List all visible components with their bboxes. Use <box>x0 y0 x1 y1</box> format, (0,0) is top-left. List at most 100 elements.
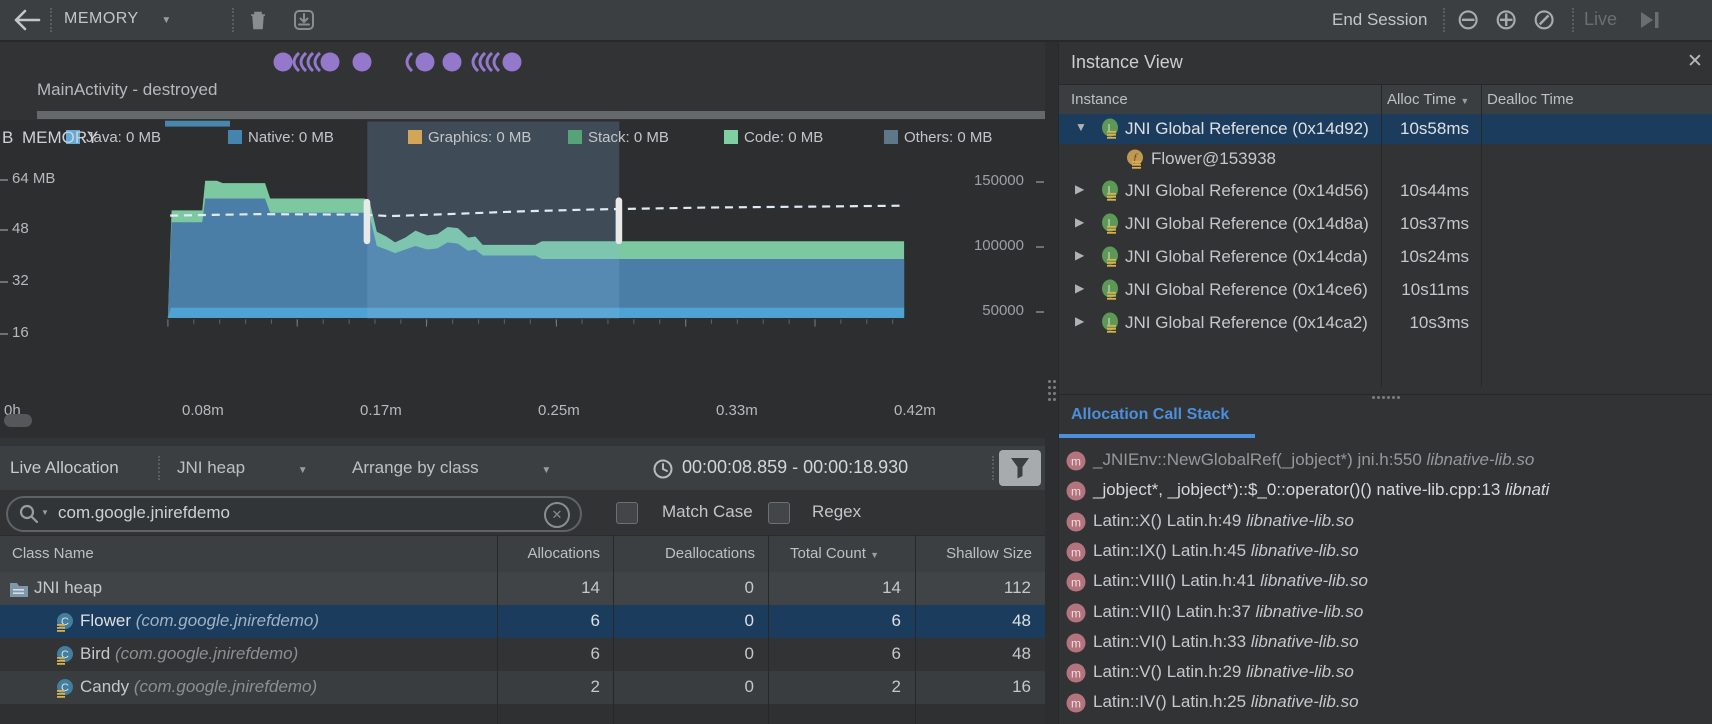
jni-global-reference-icon: I <box>1099 246 1121 268</box>
trash-icon[interactable] <box>246 8 270 32</box>
call-stack-frame[interactable]: mLatin::V() Latin.h:29 libnative-lib.so <box>1059 658 1712 688</box>
export-heap-dump-icon[interactable] <box>292 8 316 32</box>
expander-closed-icon[interactable]: ▶ <box>1075 281 1084 295</box>
call-stack-frame[interactable]: mLatin::X() Latin.h:49 libnative-lib.so <box>1059 507 1712 537</box>
skip-to-end-icon[interactable] <box>1638 10 1662 30</box>
table-row[interactable]: CCandy (com.google.jnirefdemo)20216 <box>0 671 1045 704</box>
svg-text:m: m <box>1071 636 1081 650</box>
memory-chart[interactable] <box>0 120 1045 445</box>
instance-row[interactable]: ▶IJNI Global Reference (0x14cda)10s24ms <box>1059 240 1712 273</box>
instance-row[interactable]: ▶IJNI Global Reference (0x14ca2)10s3ms <box>1059 306 1712 339</box>
top-toolbar: MEMORY ▼ End Session ⊖ ⊕ ⊘ Live <box>0 0 1712 42</box>
expander-closed-icon[interactable]: ▶ <box>1075 215 1084 229</box>
back-icon[interactable] <box>12 8 42 32</box>
column-header-total-count[interactable]: Total Count ▼ <box>790 545 879 562</box>
right-axis-tick-mark <box>1036 181 1044 183</box>
expander-open-icon[interactable]: ▼ <box>1075 120 1087 134</box>
call-stack-frame[interactable]: mLatin::VII() Latin.h:37 libnative-lib.s… <box>1059 598 1712 628</box>
column-header-deallocations[interactable]: Deallocations <box>615 545 755 562</box>
instance-row[interactable]: ▼IJNI Global Reference (0x14d92)10s58ms <box>1059 114 1712 144</box>
filter-button[interactable] <box>999 450 1041 486</box>
column-header-dealloc-time[interactable]: Dealloc Time <box>1487 91 1574 108</box>
table-row[interactable]: CBird (com.google.jnirefdemo)60648 <box>0 638 1045 671</box>
column-header-allocations[interactable]: Allocations <box>480 545 600 562</box>
heap-select[interactable]: JNI heap ▼ <box>177 458 308 478</box>
horizontal-splitter[interactable] <box>1059 387 1712 397</box>
selection-handle-left[interactable] <box>364 199 371 244</box>
call-stack-frame[interactable]: mLatin::IV() Latin.h:25 libnative-lib.so <box>1059 688 1712 718</box>
expander-closed-icon[interactable]: ▶ <box>1075 182 1084 196</box>
touch-event-icon <box>321 53 340 72</box>
expander-closed-icon[interactable]: ▶ <box>1075 314 1084 328</box>
dealloc-cell: 0 <box>613 578 754 598</box>
toolbar-separator <box>232 8 234 32</box>
touch-ripple-icon <box>494 53 499 71</box>
tab-allocation-call-stack[interactable]: Allocation Call Stack <box>1071 406 1229 424</box>
search-input[interactable] <box>56 500 530 526</box>
column-header-alloc-time[interactable]: Alloc Time ▼ <box>1387 91 1469 108</box>
frame-location: Latin::IX() Latin.h:45 <box>1093 541 1246 560</box>
vertical-splitter[interactable] <box>1045 42 1058 724</box>
call-stack-frame[interactable]: m _JNIEnv::NewGlobalRef(_jobject*) jni.h:… <box>1059 446 1712 476</box>
end-session-button[interactable]: End Session <box>1332 10 1427 30</box>
svg-text:m: m <box>1071 515 1081 529</box>
close-icon[interactable]: ✕ <box>1687 50 1703 73</box>
live-button[interactable]: Live <box>1584 9 1617 30</box>
tab-label: Allocation Call Stack <box>1071 406 1229 423</box>
class-name: Flower <box>80 611 131 630</box>
left-axis-tick-label: 16 <box>12 324 29 341</box>
search-icon <box>18 503 40 525</box>
column-header-shallow-size[interactable]: Shallow Size <box>912 545 1032 562</box>
class-icon: C <box>54 644 76 666</box>
instance-row[interactable]: ▶IJNI Global Reference (0x14ce6)10s11ms <box>1059 273 1712 306</box>
frame-library: libnative-lib.so <box>1251 602 1363 621</box>
frame-text: Latin::VII() Latin.h:37 libnative-lib.so <box>1093 602 1363 622</box>
allocation-toolbar: Live Allocation JNI heap ▼ Arrange by cl… <box>0 446 1045 491</box>
alloc-cell: 2 <box>497 677 600 697</box>
search-options-chevron-icon[interactable]: ▼ <box>41 508 49 517</box>
class-name-cell: Flower (com.google.jnirefdemo) <box>80 611 319 631</box>
tab-active-indicator <box>1059 434 1255 438</box>
column-header-instance[interactable]: Instance <box>1071 91 1128 108</box>
call-stack-frame[interactable]: mLatin::VIII() Latin.h:41 libnative-lib.… <box>1059 567 1712 597</box>
left-axis-tick-label: 32 <box>12 272 29 289</box>
zoom-out-icon[interactable]: ⊖ <box>1456 2 1480 36</box>
expander-closed-icon[interactable]: ▶ <box>1075 248 1084 262</box>
regex-checkbox[interactable] <box>768 502 790 524</box>
table-row[interactable]: JNI heap14014112 <box>0 572 1045 605</box>
clear-search-icon[interactable]: ✕ <box>544 502 570 528</box>
frame-location: Latin::V() Latin.h:29 <box>1093 662 1241 681</box>
timeline-scrollbar-thumb[interactable] <box>4 414 32 427</box>
method-icon: m <box>1065 571 1087 593</box>
instance-row[interactable]: fFlower@153938 <box>1059 144 1712 174</box>
table-row[interactable]: CFlower (com.google.jnirefdemo)60648 <box>0 605 1045 638</box>
instance-row[interactable]: ▶IJNI Global Reference (0x14d56)10s44ms <box>1059 174 1712 207</box>
call-stack-frame[interactable]: mLatin::IX() Latin.h:45 libnative-lib.so <box>1059 537 1712 567</box>
call-stack-frame[interactable]: m_jobject*, _jobject*)::$_0::operator()(… <box>1059 476 1712 506</box>
chevron-down-icon: ▼ <box>298 465 308 476</box>
alloc-time-cell: 10s44ms <box>1389 181 1469 201</box>
instance-row[interactable]: ▶IJNI Global Reference (0x14d8a)10s37ms <box>1059 207 1712 240</box>
zoom-in-icon[interactable]: ⊕ <box>1494 2 1518 36</box>
chevron-down-icon: ▼ <box>541 465 551 476</box>
touch-event-icon <box>353 53 372 72</box>
dealloc-cell: 0 <box>613 677 754 697</box>
frame-location: _JNIEnv::NewGlobalRef(_jobject*) jni.h:5… <box>1093 450 1422 469</box>
horizontal-splitter[interactable] <box>0 438 1045 446</box>
svg-text:m: m <box>1071 576 1081 590</box>
frame-text: Latin::V() Latin.h:29 libnative-lib.so <box>1093 662 1354 682</box>
selection-overlay[interactable] <box>367 121 619 318</box>
reset-zoom-icon[interactable]: ⊘ <box>1532 2 1556 36</box>
arrange-select[interactable]: Arrange by class ▼ <box>352 458 551 478</box>
selection-handle-right[interactable] <box>616 197 623 244</box>
call-stack-frame[interactable]: mLatin::VI() Latin.h:33 libnative-lib.so <box>1059 628 1712 658</box>
method-icon: m <box>1065 450 1087 472</box>
alloc-time-cell: 10s3ms <box>1389 313 1469 333</box>
search-box[interactable]: ▼ ✕ <box>6 496 582 532</box>
match-case-checkbox[interactable] <box>616 502 638 524</box>
column-header-class-name[interactable]: Class Name <box>12 545 94 562</box>
touch-ripple-icon <box>407 53 412 71</box>
session-selector[interactable]: MEMORY ▼ <box>64 10 172 28</box>
jni-global-reference-icon: I <box>1099 118 1121 140</box>
toolbar-separator <box>158 456 160 480</box>
